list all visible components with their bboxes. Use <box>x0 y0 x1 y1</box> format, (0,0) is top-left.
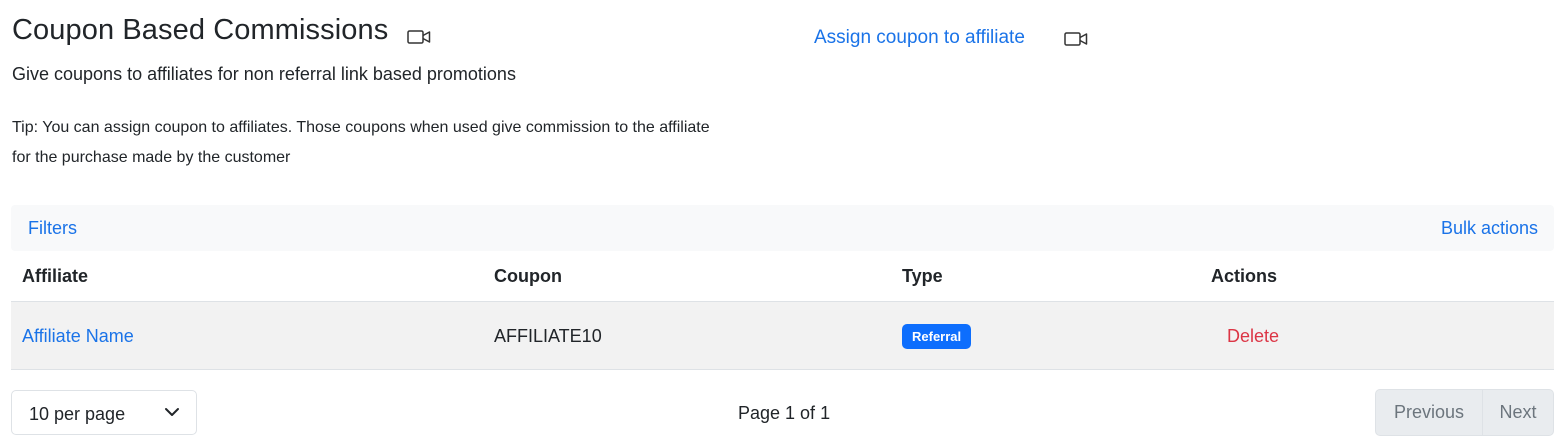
coupons-table: Affiliate Coupon Type Actions Affiliate … <box>11 252 1554 370</box>
video-camera-icon[interactable] <box>1064 30 1088 48</box>
filters-bar: Filters Bulk actions <box>11 205 1554 251</box>
column-header-affiliate: Affiliate <box>22 266 89 286</box>
chevron-down-icon <box>165 408 179 416</box>
pagination-controls: Previous Next <box>1375 389 1554 436</box>
column-header-coupon: Coupon <box>494 266 562 286</box>
delete-button[interactable]: Delete <box>1227 326 1279 347</box>
per-page-select[interactable]: 10 per page <box>11 390 197 435</box>
next-button[interactable]: Next <box>1483 390 1553 435</box>
page-info: Page 1 of 1 <box>738 403 831 423</box>
type-badge: Referral <box>902 324 972 349</box>
tip-text: Tip: You can assign coupon to affiliates… <box>12 119 710 166</box>
previous-button[interactable]: Previous <box>1376 390 1483 435</box>
video-camera-icon[interactable] <box>407 28 431 46</box>
column-header-actions: Actions <box>1211 266 1278 286</box>
table-header: Affiliate Coupon Type Actions <box>11 252 1554 302</box>
per-page-value: 10 per page <box>29 404 126 424</box>
assign-coupon-link[interactable]: Assign coupon to affiliate <box>814 27 1025 49</box>
filters-link[interactable]: Filters <box>28 218 77 239</box>
affiliate-name-link[interactable]: Affiliate Name <box>22 326 134 347</box>
column-header-type: Type <box>902 266 943 286</box>
table-row: Affiliate Name AFFILIATE10 Referral Dele… <box>11 302 1554 370</box>
page-subtitle: Give coupons to affiliates for non refer… <box>12 64 516 84</box>
page-title: Coupon Based Commissions <box>12 14 389 46</box>
coupon-code: AFFILIATE10 <box>494 326 602 346</box>
bulk-actions-link[interactable]: Bulk actions <box>1441 218 1538 239</box>
